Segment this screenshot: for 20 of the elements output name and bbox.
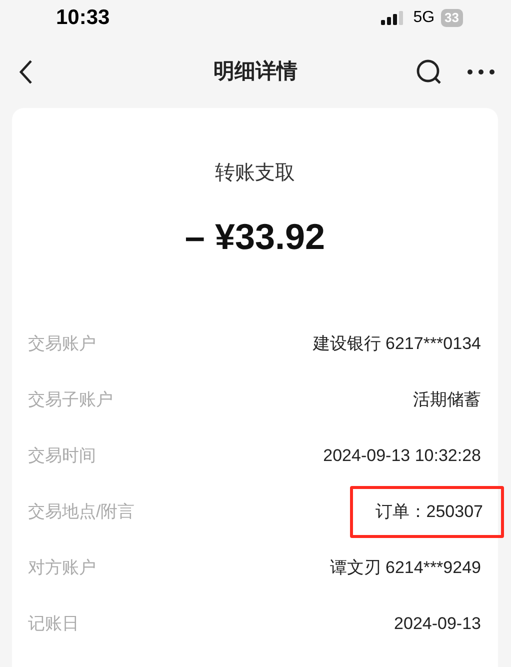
field-label: 交易地点/附言 xyxy=(28,501,135,524)
amount: – ¥33.92 xyxy=(184,215,326,259)
field-label: 交易子账户 xyxy=(28,389,113,412)
field-label: 对方账户 xyxy=(28,557,96,580)
more-icon[interactable] xyxy=(467,69,495,75)
field-value: 订单：250307 xyxy=(350,486,504,538)
field-label: 交易时间 xyxy=(28,445,96,468)
field-value: 活期储蓄 xyxy=(413,389,481,412)
page-title: 明细详情 xyxy=(214,58,298,86)
field-value: 2024-09-13 xyxy=(394,613,481,636)
field-label: 记账日 xyxy=(28,613,79,636)
transaction-type: 转账支取 xyxy=(215,161,295,186)
network-label: 5G xyxy=(413,8,435,28)
field-label: 交易账户 xyxy=(28,333,96,356)
field-value: 2024-09-13 10:32:28 xyxy=(323,445,481,468)
search-icon[interactable] xyxy=(415,58,443,86)
battery-indicator: 33 xyxy=(440,9,463,27)
status-time: 10:33 xyxy=(56,5,110,32)
field-value: 谭文刃 6214***9249 xyxy=(330,557,481,580)
field-value: 建设银行 6217***0134 xyxy=(312,333,481,356)
